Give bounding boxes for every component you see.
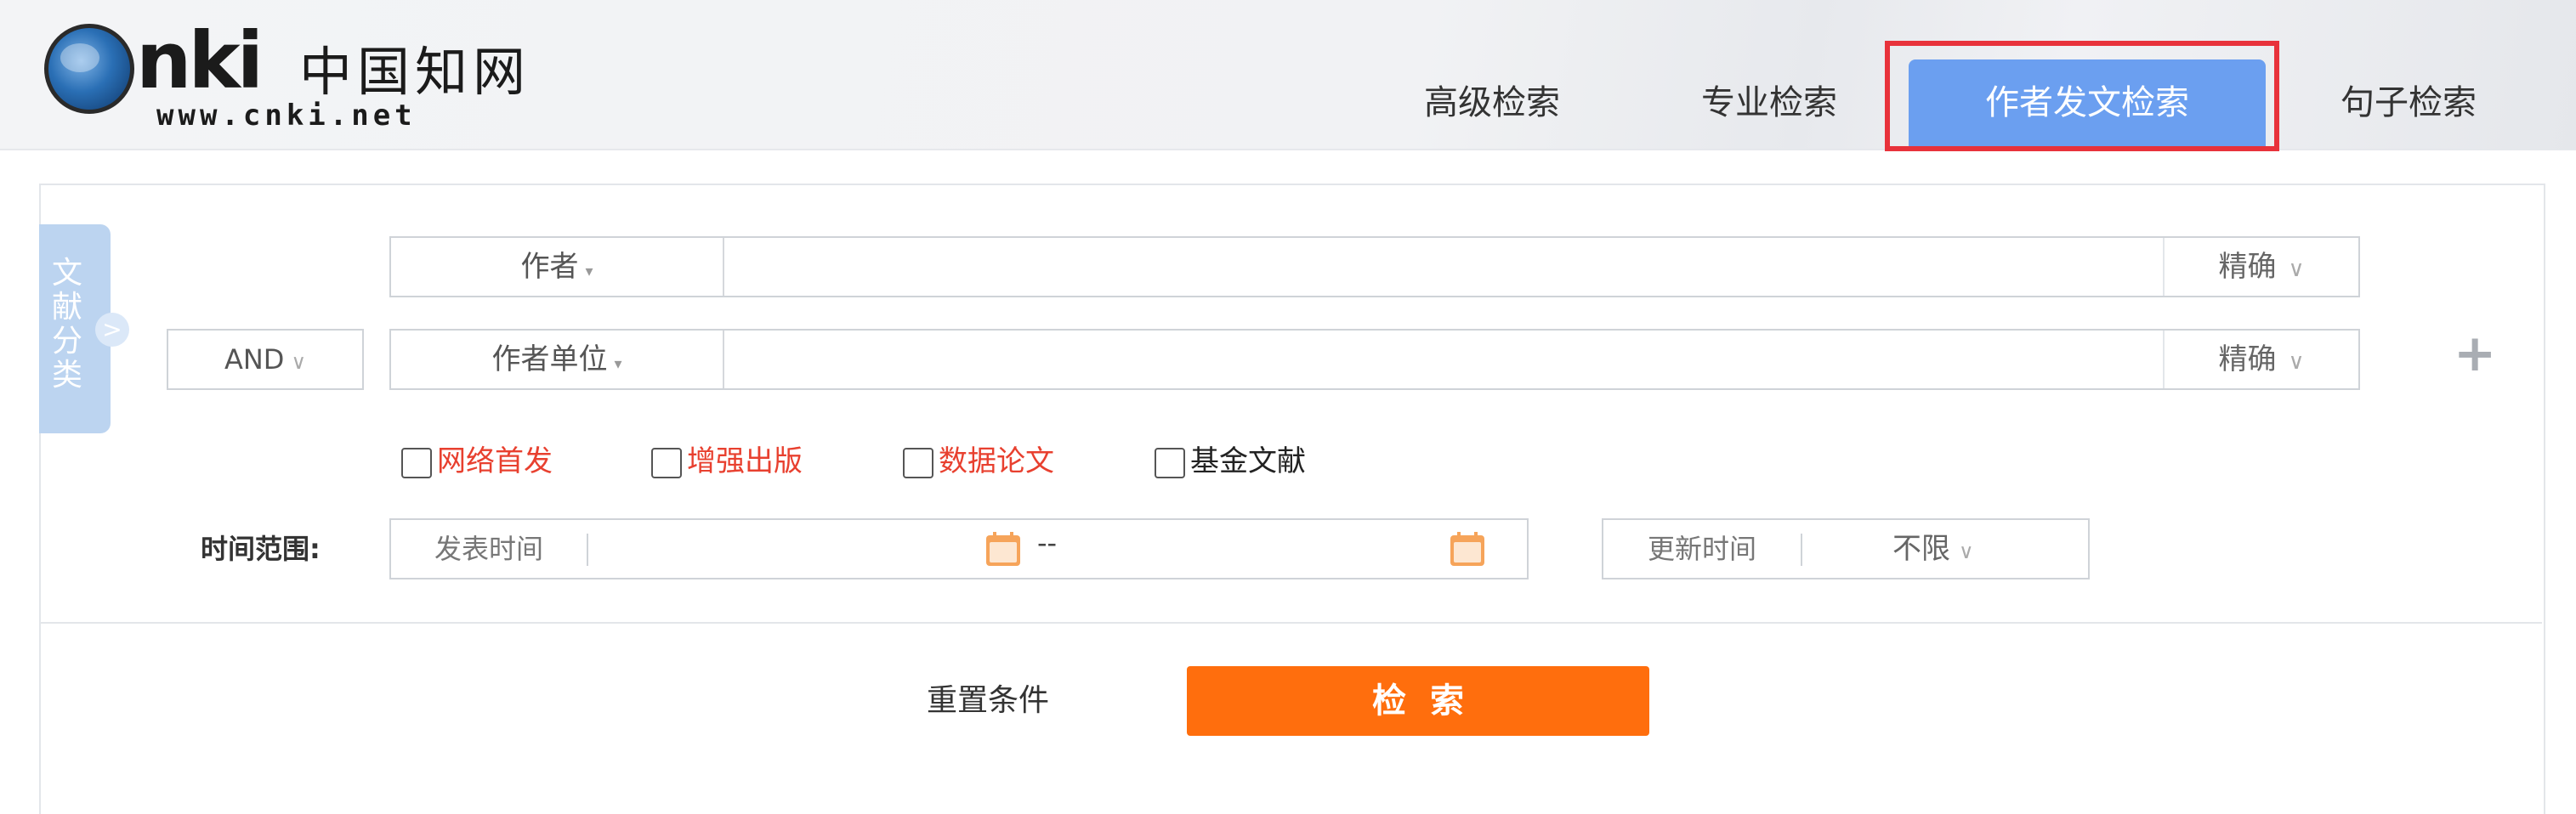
header: nki 中国知网 www.cnki.net 高级检索 专业检索 作者发文检索 句… (0, 0, 2576, 151)
checkbox-label: 网络首发 (437, 444, 553, 478)
checkbox-label: 增强出版 (687, 444, 803, 478)
field-select-affiliation[interactable]: 作者单位 ▾ (391, 331, 724, 388)
search-button[interactable]: 检索 (1187, 666, 1649, 736)
caret-down-icon: ▾ (614, 355, 622, 373)
checkbox-square[interactable] (651, 447, 682, 478)
chevron-down-icon: ∨ (291, 350, 307, 374)
tab-professional-search[interactable]: 专业检索 (1671, 59, 1867, 146)
checkbox-label: 基金文献 (1190, 444, 1306, 478)
globe-icon (44, 24, 134, 114)
chevron-right-icon[interactable]: > (95, 313, 129, 347)
tab-sentence-search[interactable]: 句子检索 (2311, 59, 2506, 146)
sidebar-char: 类 (51, 358, 82, 393)
checkbox-enhanced-publishing[interactable]: 增强出版 (651, 443, 803, 480)
chevron-down-icon: ∨ (2288, 257, 2305, 282)
separator (587, 534, 588, 566)
update-time-label: 更新时间 (1647, 533, 1756, 565)
calendar-icon[interactable] (986, 532, 1020, 566)
sidebar-label: 文 献 分 类 (39, 257, 95, 393)
plus-icon[interactable]: + (2454, 328, 2496, 379)
logo-brand: nki (136, 15, 264, 106)
match-select[interactable]: 精确 ∨ (2163, 331, 2358, 388)
update-time-value[interactable]: 不限 ∨ (1892, 520, 1974, 578)
reset-button[interactable]: 重置条件 (927, 680, 1049, 722)
checkbox-online-first[interactable]: 网络首发 (401, 443, 553, 480)
match-select[interactable]: 精确 ∨ (2163, 238, 2358, 296)
separator (1801, 534, 1802, 566)
checkbox-square[interactable] (903, 447, 933, 478)
active-tab-highlight-box (1885, 41, 2279, 151)
search-row-2: 作者单位 ▾ 精确 ∨ (389, 329, 2360, 390)
checkbox-fund-literature[interactable]: 基金文献 (1155, 443, 1306, 480)
update-time-select[interactable]: 更新时间 不限 ∨ (1602, 518, 2090, 579)
sidebar-char: 文 (51, 256, 82, 291)
checkbox-square[interactable] (401, 447, 432, 478)
chevron-down-icon: ∨ (2288, 349, 2305, 375)
divider (39, 622, 2542, 624)
time-range-label: 时间范围: (201, 533, 321, 565)
date-range-separator: -- (1037, 527, 1058, 559)
logo-url: www.cnki.net (156, 99, 417, 133)
chevron-down-icon: ∨ (1959, 540, 1974, 563)
checkbox-data-paper[interactable]: 数据论文 (903, 443, 1054, 480)
field-select-author[interactable]: 作者 ▾ (391, 238, 724, 296)
logic-operator-select[interactable]: AND ∨ (167, 329, 364, 390)
publish-time-label: 发表时间 (434, 533, 543, 565)
affiliation-input[interactable] (724, 331, 2165, 390)
tab-advanced-search[interactable]: 高级检索 (1394, 59, 1590, 146)
checkbox-square[interactable] (1155, 447, 1185, 478)
sidebar-char: 献 (51, 290, 82, 325)
checkbox-label: 数据论文 (939, 444, 1054, 478)
calendar-icon[interactable] (1450, 532, 1484, 566)
search-row-1: 作者 ▾ 精确 ∨ (389, 236, 2360, 297)
cnki-logo[interactable]: nki 中国知网 www.cnki.net (44, 15, 554, 133)
sidebar-char: 分 (51, 324, 82, 359)
caret-down-icon: ▾ (585, 263, 593, 280)
author-input[interactable] (724, 238, 2165, 297)
logo-chinese-name: 中国知网 (299, 41, 531, 103)
publish-date-range: 发表时间 -- (389, 518, 1529, 579)
